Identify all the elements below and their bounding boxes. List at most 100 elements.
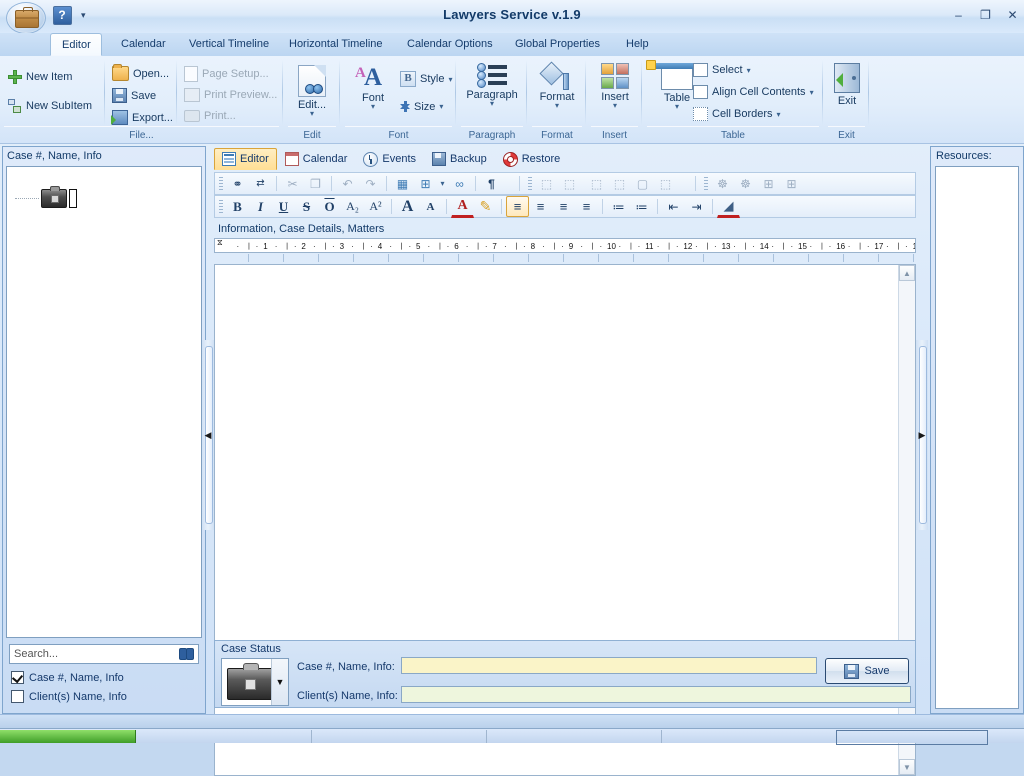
toolbar-grip[interactable] <box>219 200 223 213</box>
insert-button[interactable]: Insert ▾ <box>587 63 643 110</box>
redo-icon[interactable]: ↷ <box>359 173 382 194</box>
tab-events[interactable]: Events <box>355 148 424 170</box>
start-button[interactable] <box>0 730 136 743</box>
align-cell-contents-button[interactable]: Align Cell Contents ▾ <box>693 85 814 99</box>
merge-cells-icon[interactable]: ☸ <box>711 173 734 194</box>
chevron-down-icon[interactable]: ▾ <box>777 110 781 119</box>
tab-backup[interactable]: Backup <box>424 148 495 170</box>
chevron-down-icon[interactable]: ▾ <box>747 66 751 75</box>
ribbon-tab-calendar-options[interactable]: Calendar Options <box>396 33 504 56</box>
binoculars-icon[interactable] <box>179 648 194 660</box>
ribbon-tab-global-properties[interactable]: Global Properties <box>504 33 611 56</box>
right-splitter[interactable]: ▶ <box>916 340 928 530</box>
superscript-icon[interactable]: A² <box>364 196 387 217</box>
cell-border-top-icon[interactable]: ⬚ <box>585 173 608 194</box>
search-input[interactable]: Search... <box>9 644 199 664</box>
scroll-down-button[interactable]: ▼ <box>899 759 915 775</box>
case-status-picker[interactable]: ▼ <box>221 658 289 706</box>
copy-icon[interactable]: ❐ <box>304 173 327 194</box>
filter-case-checkbox[interactable]: Case #, Name, Info <box>11 671 124 684</box>
insert-row-icon[interactable]: ⊞ <box>757 173 780 194</box>
chevron-down-icon[interactable]: ▾ <box>555 102 559 110</box>
cell-border-right-icon[interactable]: ⬚ <box>608 173 631 194</box>
chevron-down-icon[interactable]: ▾ <box>675 103 679 111</box>
save-case-button[interactable]: Save <box>825 658 909 684</box>
ribbon-tab-help[interactable]: Help <box>615 33 660 56</box>
open-button[interactable]: Open... <box>112 64 169 81</box>
chevron-down-icon[interactable]: ▾ <box>439 102 443 111</box>
font-button[interactable]: AA Font ▾ <box>351 65 395 111</box>
export-button[interactable]: Export... <box>111 110 173 125</box>
edit-button[interactable]: Edit... ▾ <box>284 65 340 118</box>
print-preview-button[interactable]: Print Preview... <box>184 88 277 102</box>
toolbar-grip[interactable] <box>219 177 223 190</box>
cell-border-none-icon[interactable]: ⬚ <box>535 173 558 194</box>
client-name-input[interactable] <box>401 686 911 703</box>
print-button[interactable]: Print... <box>184 110 236 122</box>
subscript-icon[interactable]: A₂ <box>341 196 364 217</box>
cell-border-all-icon[interactable]: ▢ <box>631 173 654 194</box>
ribbon-tab-vertical-timeline[interactable]: Vertical Timeline <box>178 33 280 56</box>
chevron-down-icon[interactable]: ▾ <box>490 100 494 108</box>
bold-icon[interactable]: B <box>226 196 249 217</box>
tab-editor[interactable]: Editor <box>214 148 277 170</box>
underline-icon[interactable]: U <box>272 196 295 217</box>
strikethrough-icon[interactable]: S <box>295 196 318 217</box>
highlight-icon[interactable]: ✎ <box>474 196 497 217</box>
tab-calendar[interactable]: Calendar <box>277 148 356 170</box>
cell-border-bottom-icon[interactable]: ⬚ <box>654 173 677 194</box>
bullet-list-icon[interactable]: ≔ <box>607 196 630 217</box>
format-button[interactable]: Format ▾ <box>529 63 585 110</box>
increase-indent-icon[interactable]: ⇥ <box>685 196 708 217</box>
tree-root-node[interactable] <box>15 186 77 208</box>
select-button[interactable]: Select ▾ <box>693 63 751 77</box>
decrease-indent-icon[interactable]: ⇤ <box>662 196 685 217</box>
tab-restore[interactable]: Restore <box>495 148 569 170</box>
case-tree[interactable] <box>6 166 202 638</box>
replace-icon[interactable]: ⇄ <box>249 173 272 194</box>
numbered-list-icon[interactable]: ≔ <box>630 196 653 217</box>
cell-borders-button[interactable]: Cell Borders ▾ <box>693 107 781 121</box>
chevron-down-icon[interactable]: ▾ <box>810 88 814 97</box>
italic-icon[interactable]: I <box>249 196 272 217</box>
taskbar-item[interactable] <box>136 730 312 743</box>
shrink-font-icon[interactable]: A <box>419 196 442 217</box>
grow-font-icon[interactable]: A <box>396 196 419 217</box>
align-left-icon[interactable]: ≡ <box>506 196 529 217</box>
taskbar-item[interactable] <box>661 730 837 743</box>
split-cells-icon[interactable]: ☸ <box>734 173 757 194</box>
ribbon-tab-editor[interactable]: Editor <box>50 33 102 56</box>
undo-icon[interactable]: ↶ <box>336 173 359 194</box>
exit-button[interactable]: Exit <box>819 63 875 107</box>
toolbar-grip[interactable] <box>528 177 532 190</box>
insert-image-icon[interactable]: ▦ <box>391 173 414 194</box>
left-splitter[interactable]: ◀ <box>202 340 214 530</box>
save-button[interactable]: Save <box>112 88 156 103</box>
collapse-left-arrow-icon[interactable]: ◀ <box>205 430 212 441</box>
toolbar-grip[interactable] <box>704 177 708 190</box>
chevron-down-icon[interactable]: ▾ <box>613 102 617 110</box>
new-subitem-button[interactable]: New SubItem <box>8 99 92 113</box>
background-color-icon[interactable]: ◢ <box>717 195 740 218</box>
paragraph-button[interactable]: Paragraph ▾ <box>464 63 520 108</box>
insert-link-icon[interactable]: ∞ <box>448 173 471 194</box>
chevron-down-icon[interactable]: ▾ <box>437 173 448 194</box>
indent-marker-icon[interactable]: ⧖ <box>217 239 223 247</box>
maximize-button[interactable]: ❐ <box>978 8 993 22</box>
find-icon[interactable]: ⚭ <box>226 173 249 194</box>
cut-icon[interactable]: ✂ <box>281 173 304 194</box>
taskbar-item[interactable] <box>311 730 487 743</box>
align-center-icon[interactable]: ≡ <box>529 196 552 217</box>
overline-icon[interactable]: O <box>318 196 341 217</box>
taskbar-item-active[interactable] <box>836 730 988 745</box>
align-right-icon[interactable]: ≡ <box>552 196 575 217</box>
ribbon-tab-horizontal-timeline[interactable]: Horizontal Timeline <box>278 33 394 56</box>
chevron-down-icon[interactable]: ▾ <box>448 75 452 84</box>
justify-icon[interactable]: ≡ <box>575 196 598 217</box>
scroll-up-button[interactable]: ▲ <box>899 265 915 281</box>
ribbon-tab-calendar[interactable]: Calendar <box>110 33 177 56</box>
chevron-down-icon[interactable]: ▾ <box>371 103 375 111</box>
page-setup-button[interactable]: Page Setup... <box>184 66 269 82</box>
style-button[interactable]: B Style ▾ <box>400 71 452 87</box>
ruler-tab-stops[interactable] <box>214 254 916 262</box>
